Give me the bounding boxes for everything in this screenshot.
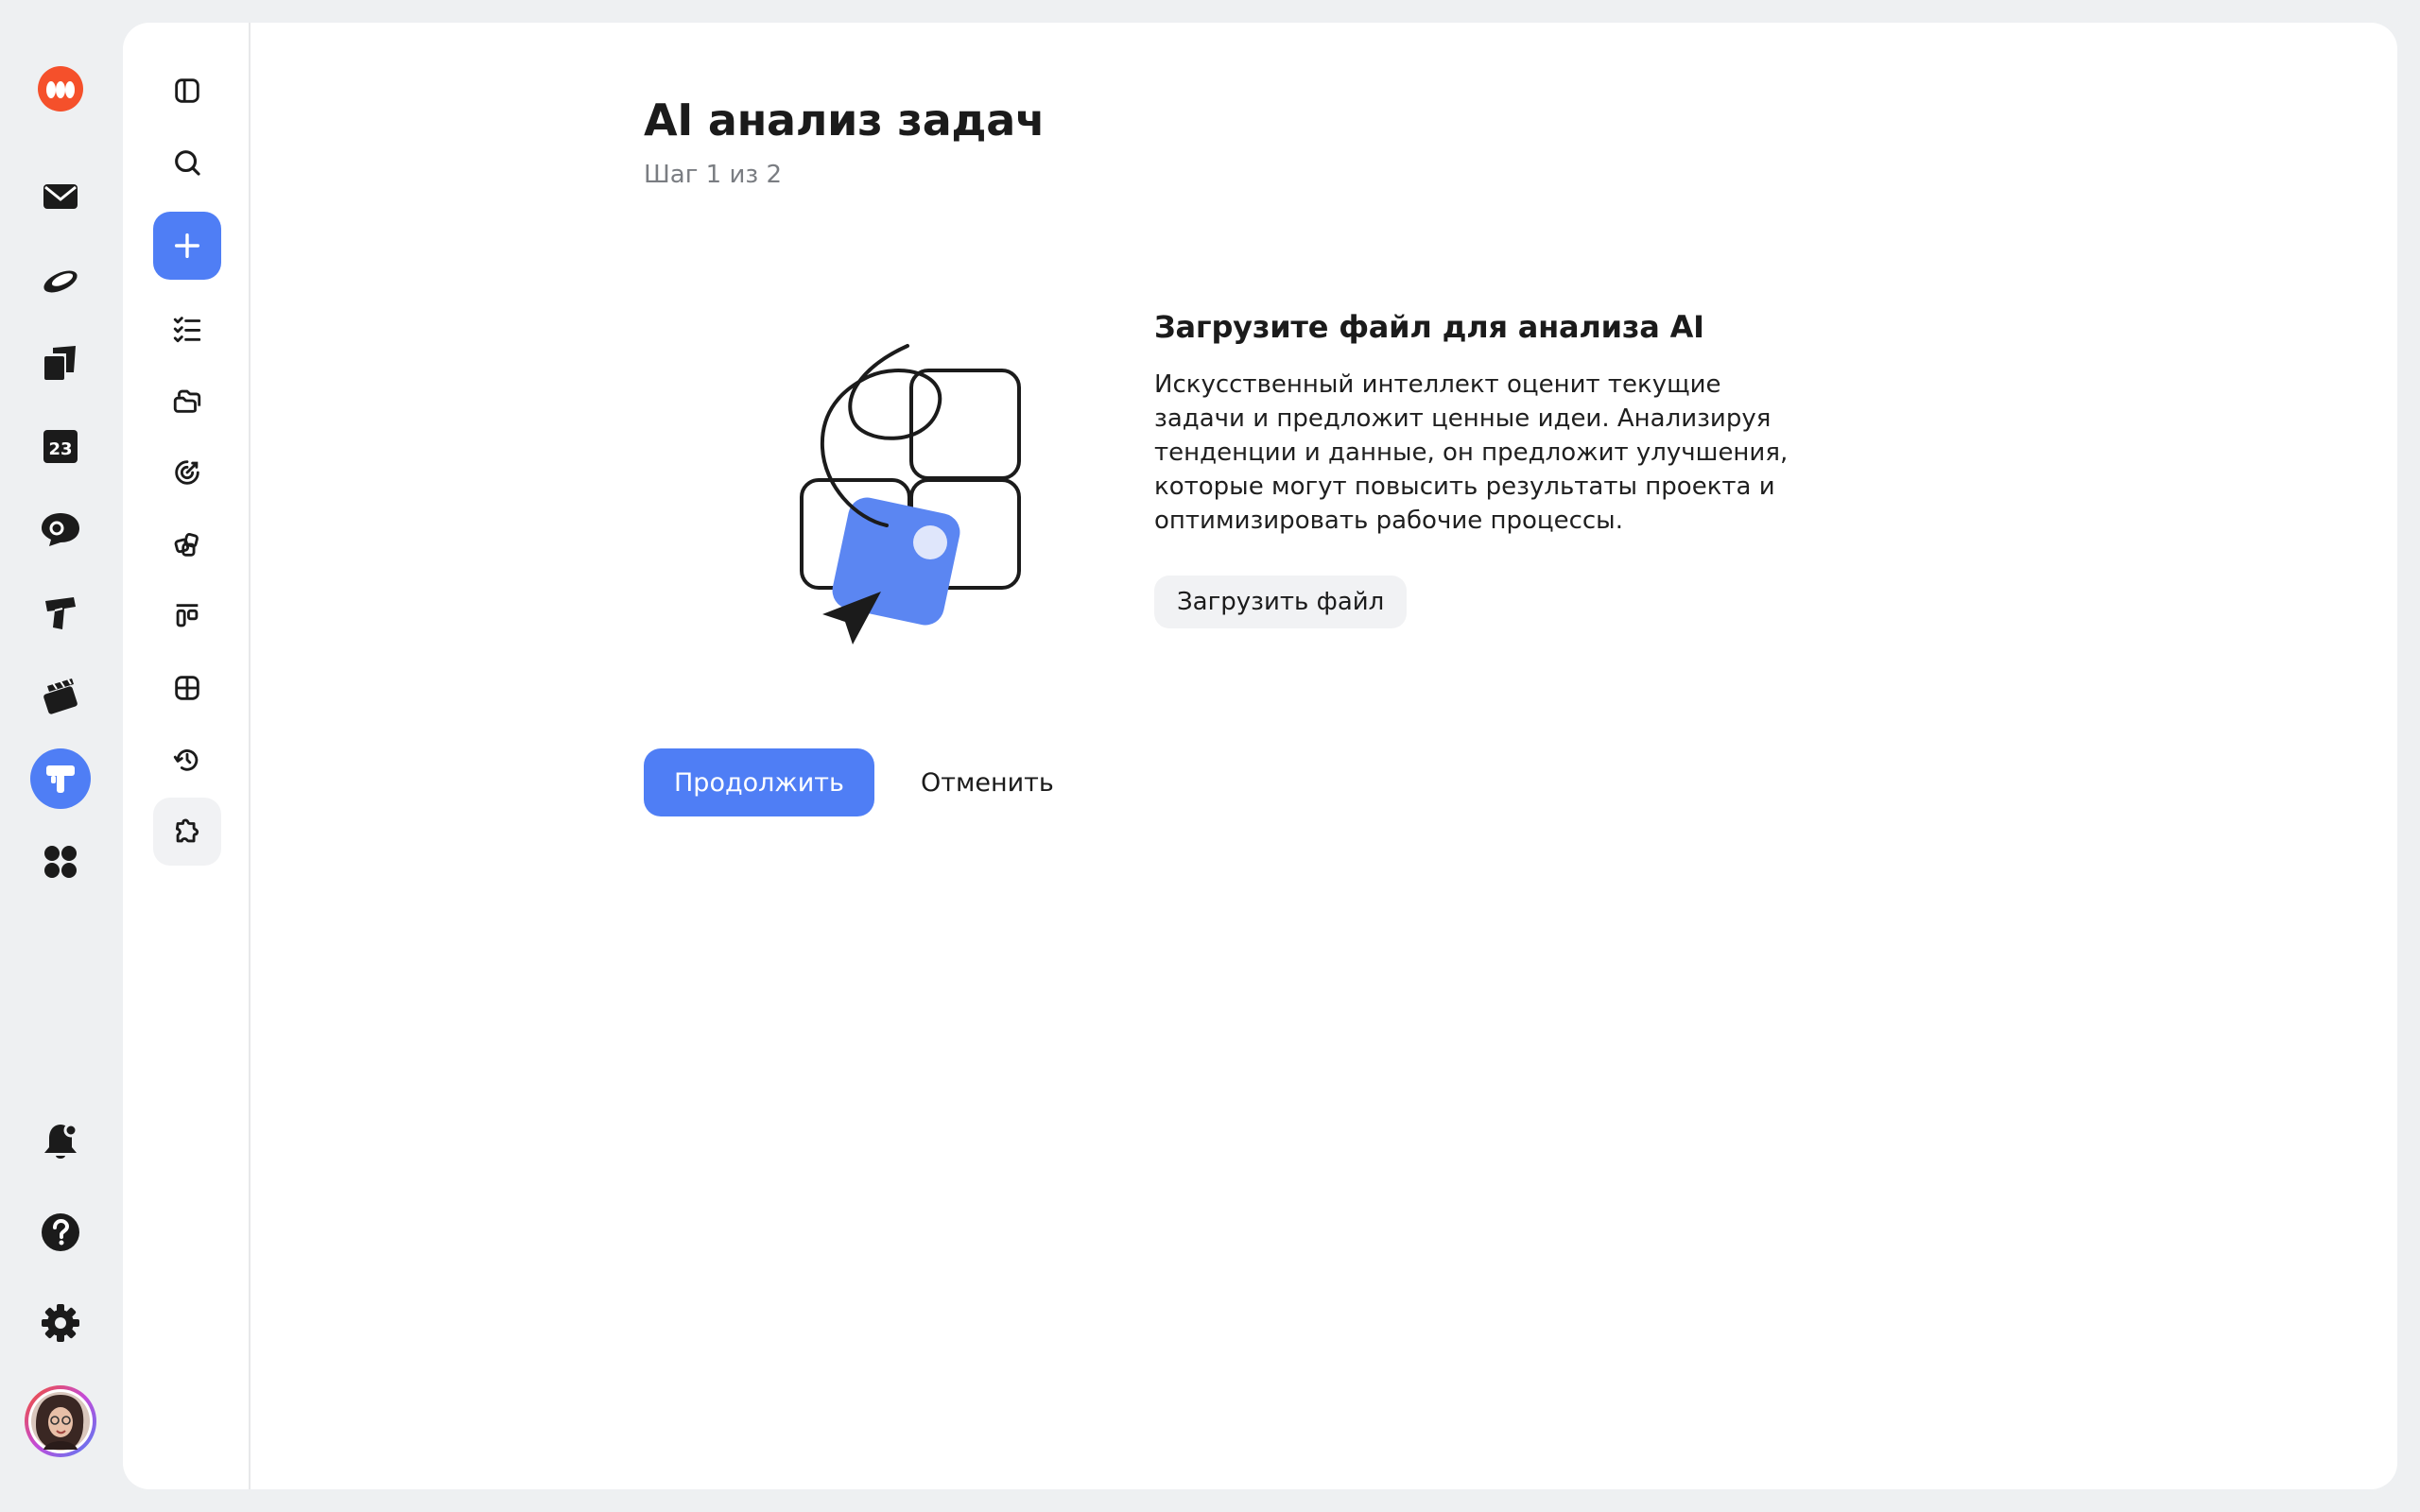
continue-button[interactable]: Продолжить (644, 748, 874, 816)
upload-description: Искусственный интеллект оценит текущие з… (1154, 370, 1789, 535)
app-rail: 23 (0, 0, 123, 1512)
upload-block: Загрузите файл для анализа AI Искусствен… (1154, 309, 1797, 628)
calendar-date: 23 (48, 439, 72, 459)
page-title: AI анализ задач (644, 94, 1046, 146)
video-icon[interactable] (30, 665, 91, 726)
logo-icon[interactable] (30, 59, 91, 119)
avatar[interactable] (23, 1383, 98, 1459)
main-card: AI анализ задач Шаг 1 из 2 Загрузите фай… (123, 23, 2397, 1489)
disk-icon[interactable] (30, 249, 91, 310)
documents-icon[interactable] (30, 333, 91, 393)
apps-grid-icon[interactable] (30, 832, 91, 892)
upload-illustration (681, 306, 1040, 656)
step-indicator: Шаг 1 из 2 (644, 161, 782, 189)
messenger-icon[interactable] (30, 499, 91, 559)
illustration-graphic (800, 344, 1021, 644)
help-icon[interactable] (30, 1202, 91, 1263)
content-area: AI анализ задач Шаг 1 из 2 Загрузите фай… (123, 23, 2397, 1489)
upload-file-button[interactable]: Загрузить файл (1154, 576, 1408, 628)
logo-graphic (38, 66, 83, 112)
settings-icon[interactable] (30, 1293, 91, 1353)
notifications-icon[interactable] (30, 1111, 91, 1172)
tasks-app-icon[interactable] (30, 748, 91, 809)
cancel-button[interactable]: Отменить (898, 748, 1077, 816)
upload-title: Загрузите файл для анализа AI (1154, 309, 1704, 345)
mail-icon[interactable] (30, 166, 91, 227)
calendar-icon[interactable]: 23 (30, 416, 91, 476)
tracker-icon[interactable] (30, 582, 91, 643)
